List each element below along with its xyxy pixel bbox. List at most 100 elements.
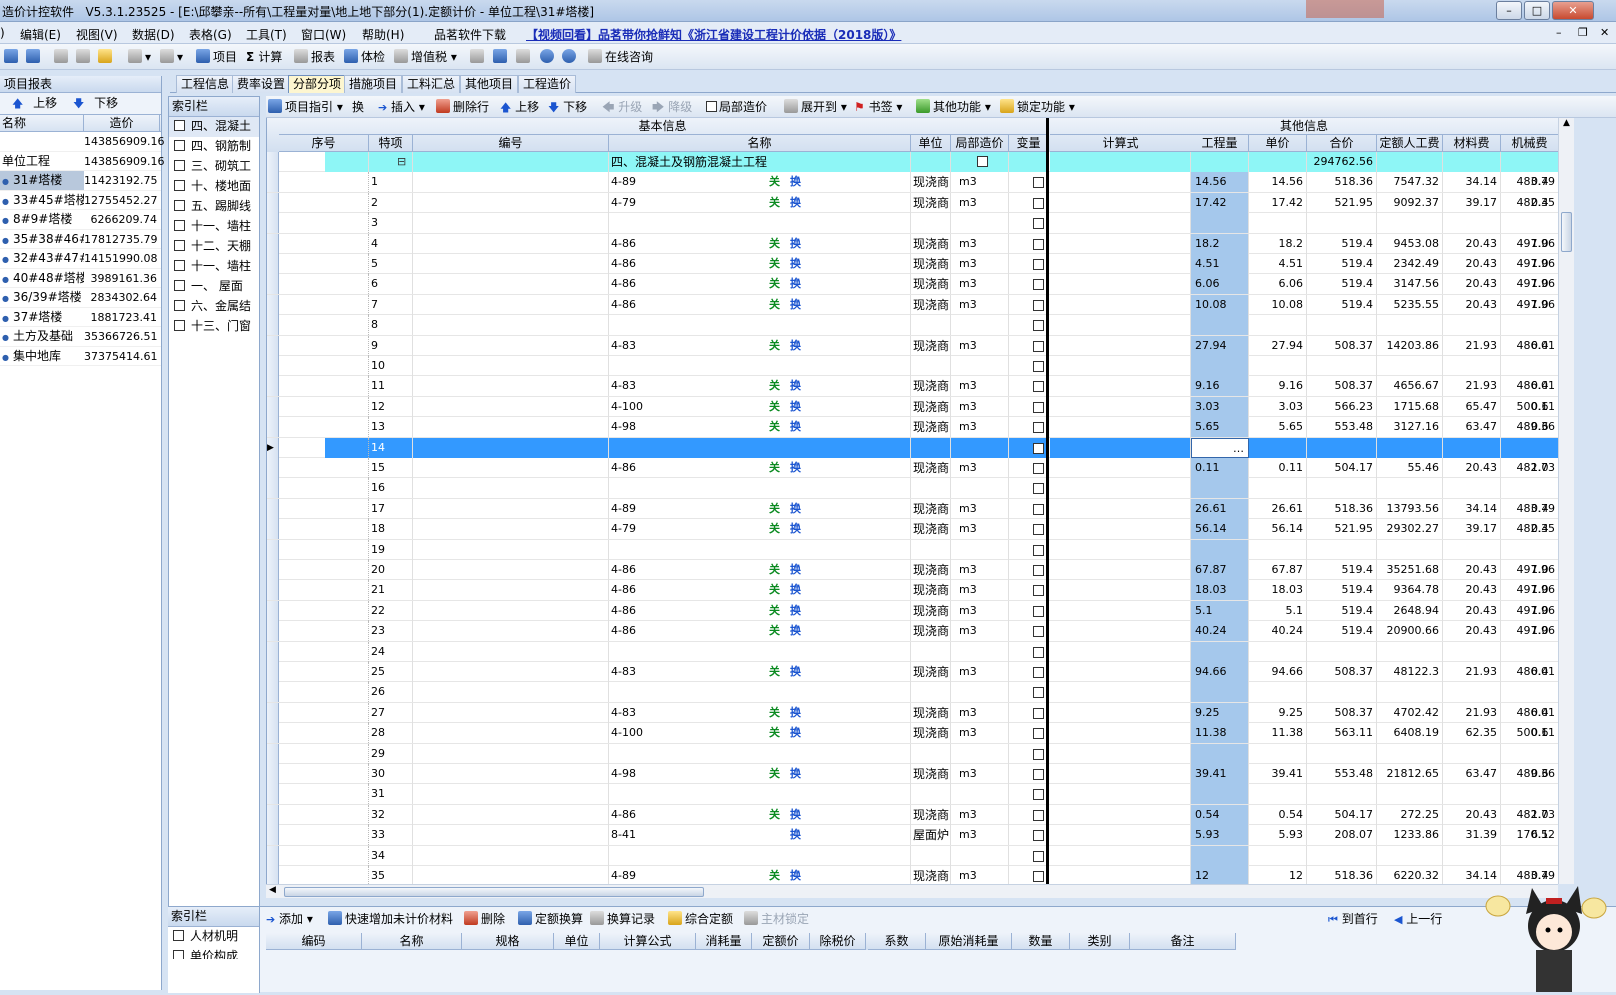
table-row[interactable]: 17 4-89 关换 现浇商品（泵送）砼直形、弧形墙厚10以上浇捣˜泵送商品混m3 26… [267,498,1558,520]
swap-icon[interactable]: 换 [790,193,801,213]
row-header[interactable] [267,498,279,519]
menu-view[interactable]: 视图(V) [76,26,118,43]
scroll-up-icon[interactable]: ▲ [1559,118,1574,128]
column-header[interactable]: 局部造价 [951,135,1009,152]
grid-horizontal-scrollbar[interactable]: ◀ [266,884,1558,898]
local-cost-checkbox[interactable] [1033,871,1044,882]
copy-icon[interactable] [76,49,93,66]
swap-icon[interactable]: 换 [790,723,801,743]
table-row[interactable]: 7 4-86 关换 现浇商品（泵送）砼板浇捣˜泵送商品混凝土 C30m3 10.0810… [267,294,1558,316]
table-row[interactable]: 16 [267,478,1558,499]
tab-6[interactable]: 工程造价 [518,75,577,93]
preview-icon[interactable] [470,49,487,66]
project-row[interactable]: ● 土方及基础 35366726.51 [0,327,161,347]
local-cost-checkbox[interactable] [1033,707,1044,719]
associate-icon[interactable]: 关 [769,723,780,743]
row-header[interactable] [267,192,279,213]
swap-icon[interactable]: 换 [790,295,801,315]
row-header[interactable] [267,294,279,315]
cut-icon[interactable] [54,49,71,66]
swap-icon[interactable]: 换 [790,866,801,884]
row-header[interactable] [267,702,279,723]
row-header[interactable] [267,417,279,438]
associate-icon[interactable]: 关 [769,417,780,437]
associate-icon[interactable]: 关 [769,703,780,723]
delete-row-button[interactable]: 删除行 [436,99,489,116]
project-row[interactable]: ● 37#塔楼 1881723.41 [0,308,161,327]
table-row[interactable]: 30 4-98 关换 现浇商品（泵送）砼栏板、翻檐浇捣˜泵送商品混凝土 C30m3 39… [267,764,1558,785]
table-row[interactable]: 9 4-83 关换 现浇商品（泵送）砼单梁、连续梁、异形梁、弧形梁、吊车m3 27.94… [267,335,1558,356]
index-item[interactable]: 三、砌筑工 [169,157,259,177]
row-header[interactable] [267,641,279,662]
associate-icon[interactable]: 关 [769,662,780,682]
local-cost-checkbox[interactable] [1033,728,1044,740]
detail-column-header[interactable]: 规格 [462,933,554,950]
row-header[interactable] [267,396,279,417]
local-cost-checkbox[interactable] [1033,809,1044,821]
swap-icon[interactable]: 换 [790,703,801,723]
associate-icon[interactable]: 关 [769,764,780,784]
downgrade-button[interactable]: 🡆 降级 [652,99,692,116]
detail-index-item[interactable]: 单价构成 [168,947,259,959]
local-cost-checkbox[interactable] [1033,299,1044,311]
swap-log-button[interactable]: 换算记录 [590,911,655,928]
swap-icon[interactable]: 换 [790,601,801,621]
row-header[interactable]: ▶ [267,437,279,458]
swap-icon[interactable]: 换 [790,417,801,437]
help-icon[interactable] [540,49,557,66]
local-cost-checkbox[interactable] [1033,422,1044,434]
local-cost-checkbox[interactable] [977,156,988,167]
row-header[interactable] [267,804,279,825]
column-header[interactable]: 材料费 [1443,135,1501,152]
local-cost-checkbox[interactable] [1033,442,1044,454]
index-checkbox[interactable] [174,280,185,291]
tab-1[interactable]: 费率设置 [232,75,291,93]
column-header[interactable]: 机械费 [1501,135,1558,152]
local-cost-checkbox[interactable] [1033,197,1044,209]
table-row[interactable]: 12 4-100 关换 现浇商品（泵送）砼小型构件浇捣˜非泵送商品混凝土 C30˜m3… [267,396,1558,418]
table-row[interactable]: 35 4-89 关换 现浇商品（泵送）砼直形、弧形墙厚10以上浇捣˜泵送商品混m3 12… [267,866,1558,884]
index-item[interactable]: 四、混凝土 [169,117,259,137]
project-row[interactable]: 单位工程 143856909.16 [0,152,164,171]
scroll-left-icon[interactable]: ◀ [269,885,276,895]
index-item[interactable]: 一、 屋面 [169,277,259,297]
ellipsis-button[interactable]: … [1233,439,1244,457]
row-header[interactable] [267,478,279,499]
row-header[interactable] [267,356,279,376]
maximize-button[interactable]: □ [1524,1,1550,20]
row-header[interactable] [267,682,279,703]
check-button[interactable]: 体检 [344,49,385,66]
local-cost-checkbox[interactable] [1033,524,1044,536]
local-cost-checkbox[interactable] [1033,830,1044,842]
swap-icon[interactable]: 换 [790,805,801,825]
associate-icon[interactable]: 关 [769,499,780,519]
table-row[interactable]: 1 4-89 关换 现浇商品（泵送）砼直形、弧形墙厚10以上浇捣˜泵送商品混m3 14.… [267,172,1558,193]
table-row[interactable]: ▶ 14… [267,437,1558,458]
item-guide-button[interactable]: 项目指引 ▾ [268,99,343,116]
index-item[interactable]: 十一、墙柱 [169,257,259,277]
column-header[interactable]: 单价 [1249,135,1307,152]
local-cost-checkbox[interactable] [1033,238,1044,250]
detail-column-header[interactable]: 消耗量 [696,933,752,950]
local-cost-checkbox[interactable] [1033,340,1044,352]
menu-edit[interactable]: 编辑(E) [20,26,61,43]
calculator-icon[interactable] [516,49,533,66]
upgrade-button[interactable]: 🡄 升级 [602,99,642,116]
local-cost-checkbox[interactable] [1033,667,1044,678]
vat-button[interactable]: 增值税 ▾ [394,49,457,66]
report-button[interactable]: 报表 [294,49,335,66]
table-row[interactable]: 18 4-79 关换 现浇商品（泵送）砼矩形柱、异形柱、圆形柱浇捣˜泵送商品m3 56.… [267,519,1558,540]
first-row-button[interactable]: ⏮ 到首行 [1328,911,1378,928]
row-header[interactable] [267,274,279,295]
project-row[interactable]: ●32#43#47#5014151990.08 [0,249,161,269]
row-header[interactable] [267,519,279,540]
associate-icon[interactable]: 关 [769,295,780,315]
row-header[interactable] [267,315,279,336]
scroll-thumb[interactable] [1561,212,1572,252]
detail-column-header[interactable]: 系数 [868,933,926,950]
local-cost-checkbox[interactable] [1033,769,1044,780]
table-row[interactable]: 26 [267,682,1558,703]
promo-link[interactable]: 【视频回看】品茗带你抢鲜知《浙江省建设工程计价依据（2018版）》 [526,26,901,43]
column-header[interactable]: 特项 [369,135,413,152]
redo-icon[interactable]: ▾ [160,49,183,66]
